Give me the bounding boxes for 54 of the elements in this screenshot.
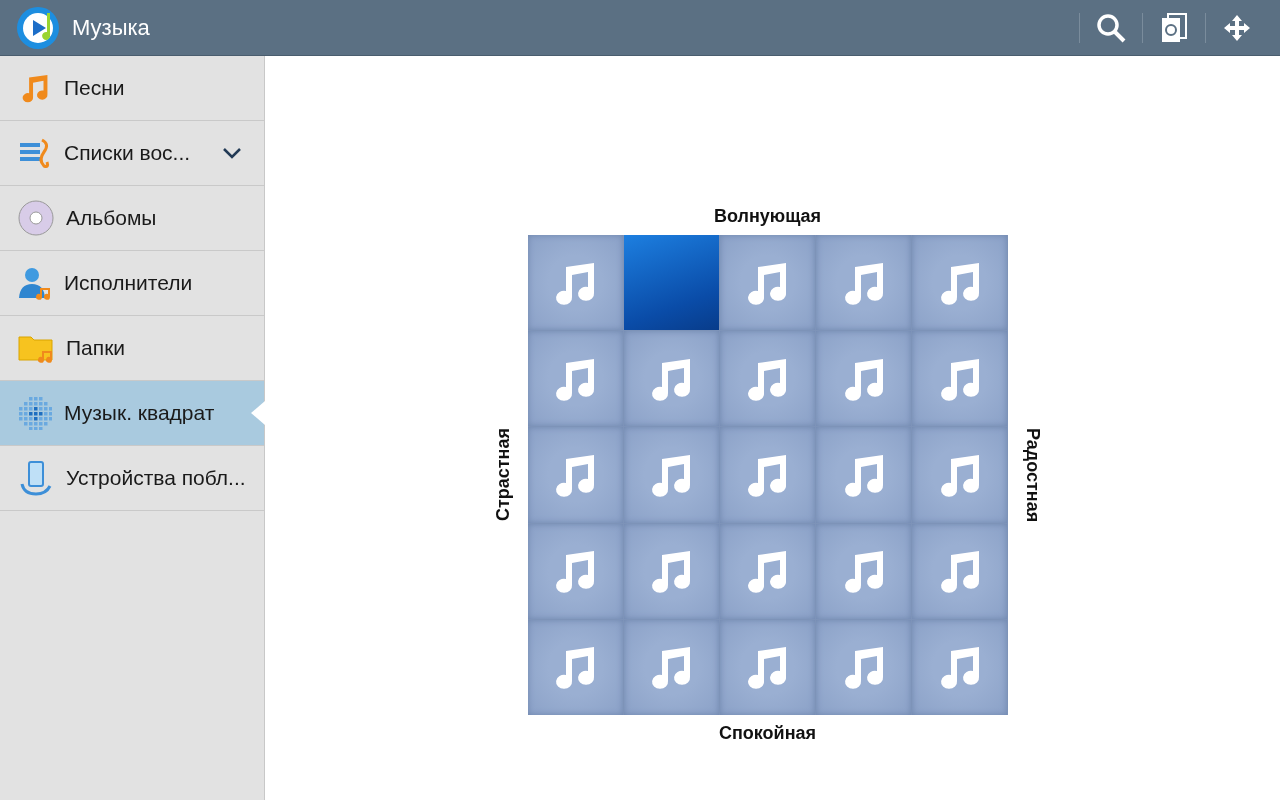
song-tile[interactable] — [527, 427, 623, 523]
sidebar-item[interactable]: Исполнители — [0, 251, 264, 316]
music-square-grid[interactable] — [527, 235, 1008, 715]
sidebar-item-label: Альбомы — [66, 206, 158, 230]
song-tile[interactable] — [912, 427, 1008, 523]
mood-axis-label: Страстная — [492, 428, 514, 522]
dot-grid-icon — [18, 396, 52, 430]
app-title: Музыка — [72, 14, 151, 41]
song-tile[interactable] — [912, 235, 1008, 331]
music-app-logo-icon — [16, 4, 62, 51]
song-tile[interactable] — [912, 619, 1008, 715]
song-tile[interactable] — [816, 427, 912, 523]
song-tile[interactable] — [912, 331, 1008, 427]
sidebar-item-label: Музык. квадрат — [64, 401, 216, 425]
sidebar-item[interactable]: Песни — [0, 56, 264, 121]
album-cover-placeholder[interactable] — [623, 235, 719, 331]
chevron-down-icon[interactable] — [222, 147, 242, 159]
song-tile[interactable] — [912, 523, 1008, 619]
song-tile[interactable] — [719, 619, 816, 715]
song-tile[interactable] — [719, 523, 816, 619]
sidebar-item-label: Исполнители — [64, 271, 194, 295]
sidebar-item-label: Папки — [66, 336, 127, 360]
sidebar-item[interactable]: Списки вос... — [0, 121, 264, 186]
person-note-icon — [18, 266, 52, 300]
song-tile[interactable] — [527, 235, 623, 331]
four-way-arrow-icon — [1223, 13, 1251, 42]
song-tile[interactable] — [816, 331, 912, 427]
playlist-icon — [18, 136, 52, 170]
mood-axis-label: Радостная — [1021, 427, 1043, 523]
phone-sync-icon — [18, 460, 54, 496]
song-tile[interactable] — [623, 523, 719, 619]
song-tile[interactable] — [623, 427, 719, 523]
sidebar-item-label: Песни — [64, 76, 126, 100]
song-tile[interactable] — [623, 331, 719, 427]
song-tile[interactable] — [719, 427, 816, 523]
song-tile[interactable] — [816, 619, 912, 715]
song-tile[interactable] — [527, 523, 623, 619]
sidebar-item[interactable]: Альбомы — [0, 186, 264, 251]
sidebar-item-label: Устройства побл... — [66, 466, 247, 490]
cards-sync-icon — [1161, 12, 1187, 43]
disc-icon — [18, 200, 54, 236]
mood-axis-label: Спокойная — [718, 723, 817, 744]
song-tile[interactable] — [816, 523, 912, 619]
sidebar-item[interactable]: Устройства побл... — [0, 446, 264, 511]
song-tile[interactable] — [816, 235, 912, 331]
song-tile[interactable] — [623, 619, 719, 715]
song-tile[interactable] — [719, 235, 816, 331]
search-icon — [1095, 11, 1127, 44]
sidebar-item[interactable]: Музык. квадрат — [0, 381, 264, 446]
song-tile[interactable] — [527, 331, 623, 427]
sidebar-item-label: Списки вос... — [64, 141, 192, 165]
song-tile[interactable] — [527, 619, 623, 715]
mood-axis-label: Волнующая — [713, 206, 822, 227]
song-tile[interactable] — [719, 331, 816, 427]
